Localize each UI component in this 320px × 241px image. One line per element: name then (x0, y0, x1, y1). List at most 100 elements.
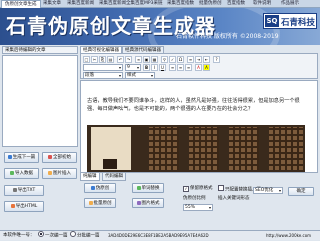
tab-baidu-index[interactable]: 百度指数 (224, 0, 248, 8)
photo-lattice-door (269, 127, 303, 170)
import-data-label: 导入数据 (15, 171, 33, 176)
tab-collect-news[interactable]: 采集百度新闻 (64, 0, 97, 8)
html-file-icon (10, 203, 15, 208)
toolbar-row-2: 9 B I U ≡ ≡ ≡ A A (83, 64, 315, 71)
editor-view-tabs: 纯编辑 代码编辑 (80, 173, 318, 181)
batch-icon (88, 200, 93, 205)
tab-manual[interactable]: 软件说明 (250, 0, 274, 8)
copy-icon[interactable]: ⎘ (99, 56, 106, 63)
undo-icon[interactable]: ↶ (117, 56, 124, 63)
generate-next-button[interactable]: 生成下一篇 (4, 152, 39, 163)
link-icon[interactable]: ∞ (135, 56, 142, 63)
image-format-button[interactable]: 图片格式 (132, 198, 164, 208)
status-label: 本软件唯一号： (3, 233, 35, 238)
replace-words-button[interactable]: 单词替换 (132, 183, 164, 193)
photo-lattice-door (149, 127, 179, 170)
editor-area[interactable]: 古语，教导我们不要同谁争斗，这样的人，虽然凡是好强，往往活得很累，但是加息另一个… (80, 80, 318, 173)
tab-showcase[interactable]: 作品展示 (278, 0, 302, 8)
batch-mode-radio[interactable] (70, 231, 76, 237)
generate-next-label: 生成下一篇 (12, 155, 36, 160)
bold-icon[interactable]: B (143, 64, 150, 71)
keep-format-checkbox[interactable]: ✓ (183, 185, 189, 192)
single-mode-radio[interactable] (38, 231, 44, 237)
redo-icon[interactable]: ↷ (125, 56, 132, 63)
outdent-icon[interactable]: ⇤ (203, 56, 210, 63)
format-icon (136, 200, 141, 205)
tab-collect-article[interactable]: 采集文章 (40, 0, 64, 8)
import-data-button[interactable]: 导入数据 (4, 168, 39, 179)
tab-code-view[interactable]: 代码编辑 (102, 173, 126, 181)
spell-icon[interactable]: ✓ (169, 56, 176, 63)
list-icon[interactable]: ≡ (187, 56, 194, 63)
tab-batch[interactable]: 批量伪原创 (196, 0, 225, 8)
website-link[interactable]: http://www.200ke.com (266, 231, 311, 240)
app-copyright: 石青软件科技 版权所有 ©2008-2019 (176, 33, 279, 40)
toolbar-row-1: □ ✂ ⎘ ▤ ↶ ↷ ∞ ▣ ▦ ⚲ ✓ Ω ≡ ⇥ ⇤ ? (83, 56, 315, 63)
reset-all-label: 全部初始 (53, 155, 71, 160)
top-tab-bar: 伪原创文章生成 采集文章 采集百度新闻 采集百度新闻全集百度MP3采链 采集百度… (0, 0, 320, 10)
photo-chair (103, 159, 117, 169)
highlight-icon[interactable]: A (203, 64, 210, 71)
status-bar: 本软件唯一号： 一次编一篇 分批编一篇 3AD4D0DE29E6C3E8F1BE… (0, 230, 320, 240)
tab-collect-index[interactable]: 采集百度指数 (164, 0, 197, 8)
font-size-select[interactable]: 9 (125, 64, 141, 71)
indent-icon[interactable]: ⇥ (195, 56, 202, 63)
batch-mode-option[interactable]: 分批编一篇 (70, 231, 100, 241)
article-list[interactable] (2, 55, 78, 147)
insert-image-label: 图片插入 (53, 171, 71, 176)
article-text[interactable]: 古语，教导我们不要同谁争斗，这样的人，虽然凡是好强，往往活得很累，但是加息另一个… (87, 97, 309, 113)
article-photo (87, 125, 305, 172)
underline-icon[interactable]: U (159, 64, 166, 71)
seo-select[interactable]: SEO优化 (253, 187, 283, 194)
image-format-label: 图片格式 (141, 201, 160, 206)
article-list-header: 采集后待编辑的文章 (2, 46, 78, 54)
import-icon (10, 170, 14, 175)
export-html-button[interactable]: 导出HTML (4, 201, 44, 212)
tab-collect-mp3[interactable]: 采集百度新闻全集百度MP3采链 (96, 0, 165, 8)
special-char-icon[interactable]: Ω (177, 56, 184, 63)
photo-lattice-door (189, 127, 219, 170)
paste-icon[interactable]: ▤ (107, 56, 114, 63)
keep-format-option[interactable]: ✓ 保留原格式 (183, 185, 213, 192)
image-insert-icon[interactable]: ▣ (143, 56, 150, 63)
batch-rewrite-button[interactable]: 批量原创 (84, 198, 116, 208)
find-icon[interactable]: ⚲ (161, 56, 168, 63)
ratio-select[interactable]: 55% (183, 204, 213, 211)
toolbar-row-3: 段落 样式 (83, 72, 315, 79)
insert-image-button[interactable]: 图片插入 (42, 168, 77, 179)
export-txt-button[interactable]: 导出TXT (4, 185, 44, 196)
table-icon[interactable]: ▦ (151, 56, 158, 63)
confirm-button[interactable]: 确定 (288, 187, 314, 196)
batch-rewrite-label: 批量原创 (93, 201, 112, 206)
image-icon (48, 170, 52, 175)
reset-icon (48, 154, 52, 159)
batch-mode-label: 分批编一篇 (77, 233, 100, 239)
style-select[interactable]: 样式 (125, 72, 155, 79)
replace-icon (136, 185, 141, 190)
replace-words-label: 单词替换 (141, 186, 160, 191)
insert-keyword-label: 插入关键词形态 (218, 196, 250, 201)
generate-icon (7, 154, 12, 159)
tab-design-view[interactable]: 纯编辑 (80, 173, 100, 181)
keep-format-label: 保留原格式 (190, 186, 213, 191)
logo-mark: SQ (265, 15, 279, 27)
italic-icon[interactable]: I (151, 64, 158, 71)
new-doc-icon[interactable]: □ (83, 56, 90, 63)
align-right-icon[interactable]: ≡ (185, 64, 192, 71)
keep-image-checkbox[interactable] (218, 185, 224, 191)
cut-icon[interactable]: ✂ (91, 56, 98, 63)
photo-lattice-door (229, 127, 259, 170)
text-color-icon[interactable]: A (195, 64, 202, 71)
pseudo-original-label: 伪原创 (95, 186, 110, 191)
reset-all-button[interactable]: 全部初始 (42, 152, 77, 163)
editor-toolbar: □ ✂ ⎘ ▤ ↶ ↷ ∞ ▣ ▦ ⚲ ✓ Ω ≡ ⇥ ⇤ ? 9 B I U … (80, 53, 318, 79)
align-center-icon[interactable]: ≡ (177, 64, 184, 71)
font-family-select[interactable] (83, 64, 123, 71)
align-left-icon[interactable]: ≡ (169, 64, 176, 71)
ratio-label: 伪原创比例 (183, 196, 206, 201)
help-icon[interactable]: ? (213, 56, 220, 63)
txt-file-icon (12, 187, 17, 192)
single-mode-option[interactable]: 一次编一篇 (38, 231, 68, 241)
paragraph-format-select[interactable]: 段落 (83, 72, 123, 79)
pseudo-original-button[interactable]: 伪原创 (84, 183, 116, 193)
